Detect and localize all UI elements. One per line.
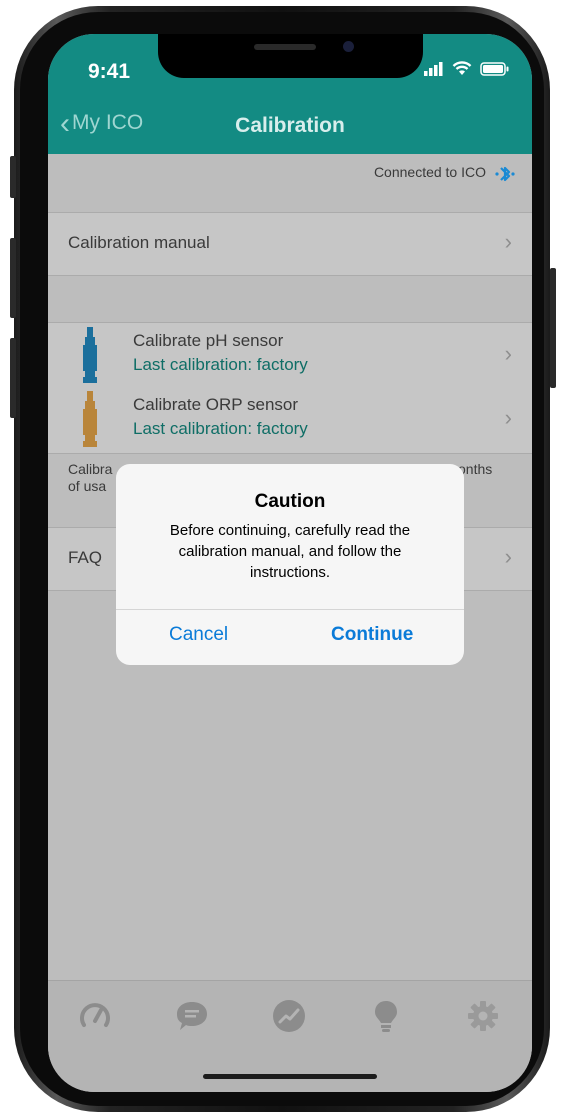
notch bbox=[158, 34, 423, 78]
chevron-right-icon: › bbox=[504, 405, 512, 430]
calibrate-ph-subtitle: Last calibration: factory bbox=[133, 355, 308, 374]
lightbulb-icon[interactable] bbox=[369, 999, 403, 1033]
caution-alert: Caution Before continuing, carefully rea… bbox=[116, 464, 464, 665]
chevron-right-icon: › bbox=[504, 544, 512, 569]
phone-screen: 9:41 ‹ My ICO Calibration Connected to I… bbox=[48, 34, 532, 1092]
calibrate-orp-title: Calibrate ORP sensor bbox=[133, 395, 299, 414]
front-camera bbox=[343, 41, 354, 52]
signal-icon bbox=[424, 61, 443, 76]
status-time: 9:41 bbox=[88, 60, 131, 83]
calibrate-ph-title: Calibrate pH sensor bbox=[133, 331, 284, 350]
calibration-note-line1-left: Calibra bbox=[68, 461, 113, 477]
mute-switch bbox=[10, 156, 16, 198]
battery-icon bbox=[480, 61, 509, 76]
calibration-note-line2-left: of usa bbox=[68, 478, 107, 494]
calibrate-orp-subtitle: Last calibration: factory bbox=[133, 419, 308, 438]
wifi-icon bbox=[452, 61, 472, 75]
chevron-right-icon: › bbox=[504, 341, 512, 366]
calibration-manual-row[interactable]: Calibration manual › bbox=[48, 212, 532, 276]
continue-button[interactable]: Continue bbox=[331, 624, 413, 646]
page-title: Calibration bbox=[235, 114, 345, 137]
alert-divider bbox=[116, 609, 464, 610]
alert-title: Caution bbox=[254, 491, 326, 512]
ph-probe-icon bbox=[83, 327, 97, 383]
chevron-right-icon: › bbox=[504, 229, 512, 254]
connection-status: Connected to ICO bbox=[373, 164, 486, 180]
alert-message: Before continuing, carefully read the ca… bbox=[169, 522, 411, 581]
calibrate-orp-row[interactable]: Calibrate ORP sensor Last calibration: f… bbox=[48, 387, 532, 451]
power-button bbox=[550, 268, 556, 388]
status-icons bbox=[424, 61, 510, 76]
sensor-section: Calibrate pH sensor Last calibration: fa… bbox=[48, 322, 532, 454]
faq-label: FAQ bbox=[68, 548, 103, 567]
volume-down-button bbox=[10, 338, 16, 418]
orp-probe-icon bbox=[83, 391, 97, 447]
trend-icon[interactable] bbox=[272, 999, 306, 1033]
calibration-manual-label: Calibration manual bbox=[68, 233, 210, 252]
volume-up-button bbox=[10, 238, 16, 318]
calibrate-ph-row[interactable]: Calibrate pH sensor Last calibration: fa… bbox=[48, 323, 532, 387]
cancel-button[interactable]: Cancel bbox=[169, 624, 228, 646]
app-header: 9:41 ‹ My ICO Calibration bbox=[48, 34, 532, 154]
bluetooth-icon bbox=[495, 166, 515, 182]
home-indicator[interactable] bbox=[203, 1074, 377, 1079]
gauge-icon[interactable] bbox=[78, 999, 112, 1033]
speaker-grille bbox=[254, 44, 316, 50]
chat-icon[interactable] bbox=[175, 999, 209, 1033]
gear-icon[interactable] bbox=[466, 999, 500, 1033]
